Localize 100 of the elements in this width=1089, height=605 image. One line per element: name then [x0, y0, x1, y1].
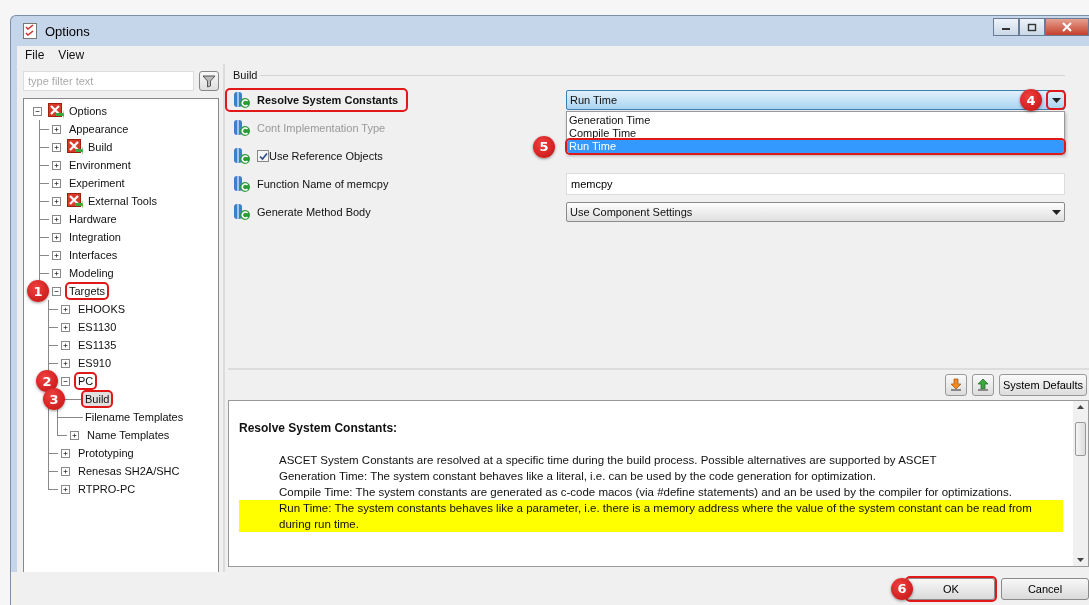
- expand-toggle[interactable]: [61, 484, 70, 494]
- tree-item[interactable]: Name Templates: [85, 428, 172, 442]
- scroll-down-icon: [1077, 558, 1084, 562]
- plus-icon: [53, 251, 60, 259]
- expand-toggle[interactable]: [52, 196, 61, 206]
- scroll-thumb[interactable]: [1075, 422, 1086, 456]
- expand-toggle[interactable]: [61, 304, 70, 314]
- funnel-icon: [202, 74, 217, 88]
- tree-item[interactable]: ES910: [76, 356, 114, 370]
- callout-badge: 4: [1020, 89, 1042, 111]
- tree-item[interactable]: Modeling: [67, 266, 116, 280]
- setting-label: Cont Implementation Type: [256, 121, 387, 136]
- expand-toggle[interactable]: [52, 124, 61, 134]
- import-button[interactable]: [944, 374, 967, 396]
- tree-item[interactable]: Build: [86, 140, 115, 154]
- tree-item[interactable]: Prototyping: [76, 446, 136, 460]
- cylinder-icon: [233, 203, 251, 221]
- tree-item[interactable]: PC: [76, 374, 96, 388]
- maximize-button[interactable]: [1019, 18, 1045, 36]
- callout-badge: 1: [27, 280, 49, 302]
- plus-icon: [62, 305, 69, 313]
- tree-item[interactable]: Filename Templates: [83, 410, 186, 424]
- callout-badge: 3: [43, 388, 65, 410]
- tree-item[interactable]: External Tools: [86, 194, 159, 208]
- setting-label: Resolve System Constants: [227, 90, 407, 110]
- plus-icon: [62, 359, 69, 367]
- plus-icon: [62, 323, 69, 331]
- help-paragraph: Run Time: The system constants behaves like a parameter, i.e. there is a memory address where the value of the system constant can be read from during run time.: [239, 500, 1063, 532]
- expand-toggle[interactable]: [52, 232, 61, 242]
- defaults-button[interactable]: System Defaults: [998, 374, 1087, 396]
- close-button[interactable]: [1045, 18, 1089, 36]
- setting-label: Generate Method Body: [256, 205, 372, 220]
- menu-item[interactable]: View: [58, 48, 85, 62]
- menu-item[interactable]: File: [25, 48, 45, 62]
- tree-item[interactable]: Hardware: [67, 212, 119, 226]
- collapse-toggle[interactable]: [52, 286, 61, 296]
- expand-toggle[interactable]: [52, 160, 61, 170]
- expand-toggle[interactable]: [70, 430, 79, 440]
- callout-badge: 2: [36, 370, 58, 392]
- expand-toggle[interactable]: [61, 358, 70, 368]
- plus-icon: [53, 143, 60, 151]
- plus-icon: [62, 467, 69, 475]
- expand-toggle[interactable]: [61, 340, 70, 350]
- tree-item[interactable]: Targets: [67, 284, 108, 298]
- plus-icon: [53, 161, 60, 169]
- filter-field[interactable]: type filter text: [23, 71, 195, 91]
- expand-toggle[interactable]: [52, 214, 61, 224]
- tree-item[interactable]: Integration: [67, 230, 123, 244]
- tree-item[interactable]: ES1130: [76, 320, 119, 334]
- caret-icon: [1051, 97, 1061, 103]
- export-button[interactable]: [971, 374, 994, 396]
- dropdown-option[interactable]: Generation Time: [567, 114, 1064, 127]
- plus-icon: [62, 341, 69, 349]
- dropdown[interactable]: Run Time 4: [566, 90, 1065, 110]
- collapse-toggle[interactable]: [33, 106, 42, 116]
- expand-toggle[interactable]: [52, 250, 61, 260]
- tree-item[interactable]: Renesas SH2A/SHC: [76, 464, 182, 478]
- minimize-button[interactable]: [993, 18, 1019, 36]
- plus-icon: [71, 431, 78, 439]
- plus-icon: [53, 125, 60, 133]
- expand-toggle[interactable]: [61, 466, 70, 476]
- expand-toggle[interactable]: [52, 268, 61, 278]
- help-paragraph: Compile Time: The system constants are generated as c-code macos (via #define statements) and an be used by the compiler for optimizations.: [278, 485, 1013, 500]
- setting-label: Use Reference Objects: [268, 149, 384, 164]
- tree-item[interactable]: ES1135: [76, 338, 119, 352]
- cylinder-icon: [233, 91, 251, 109]
- checkbox[interactable]: [257, 150, 269, 162]
- tree-item[interactable]: Environment: [67, 158, 133, 172]
- cylinder-icon: [233, 175, 251, 193]
- tree-item[interactable]: Interfaces: [67, 248, 120, 262]
- tree-item[interactable]: EHOOKS: [76, 302, 128, 316]
- collapse-toggle[interactable]: [61, 376, 70, 386]
- expand-toggle[interactable]: [61, 322, 70, 332]
- tree-item[interactable]: Experiment: [67, 176, 127, 190]
- tree-item[interactable]: Appearance: [67, 122, 131, 136]
- dialog-button[interactable]: Cancel: [1001, 577, 1089, 600]
- help-title: Resolve System Constants:: [239, 421, 399, 435]
- tree-item[interactable]: Options: [67, 104, 109, 118]
- maximize-icon: [1027, 22, 1037, 32]
- group-title: Build: [233, 69, 258, 81]
- expand-toggle[interactable]: [61, 448, 70, 458]
- dropdown-button[interactable]: [1048, 92, 1064, 108]
- down-arrow-icon: [948, 378, 963, 392]
- dropdown[interactable]: Use Component Settings: [566, 202, 1065, 222]
- caret-icon: [1051, 209, 1061, 215]
- up-arrow-icon: [975, 378, 990, 392]
- tree-item[interactable]: Build: [83, 392, 112, 406]
- callout-badge: 6: [891, 577, 913, 600]
- dialog-button[interactable]: OK: [907, 577, 995, 600]
- tree-item[interactable]: RTPRO-PC: [76, 482, 138, 496]
- scrollbar[interactable]: [1073, 401, 1088, 566]
- text-field[interactable]: memcpy: [566, 173, 1065, 195]
- dropdown-option[interactable]: Compile Time: [567, 127, 1064, 140]
- plus-icon: [53, 197, 60, 205]
- expand-toggle[interactable]: [52, 178, 61, 188]
- expand-toggle[interactable]: [52, 142, 61, 152]
- window-title: Options: [45, 23, 90, 39]
- filter-button[interactable]: [199, 71, 219, 91]
- scroll-up-icon: [1077, 405, 1084, 409]
- cylinder-icon: [233, 147, 251, 165]
